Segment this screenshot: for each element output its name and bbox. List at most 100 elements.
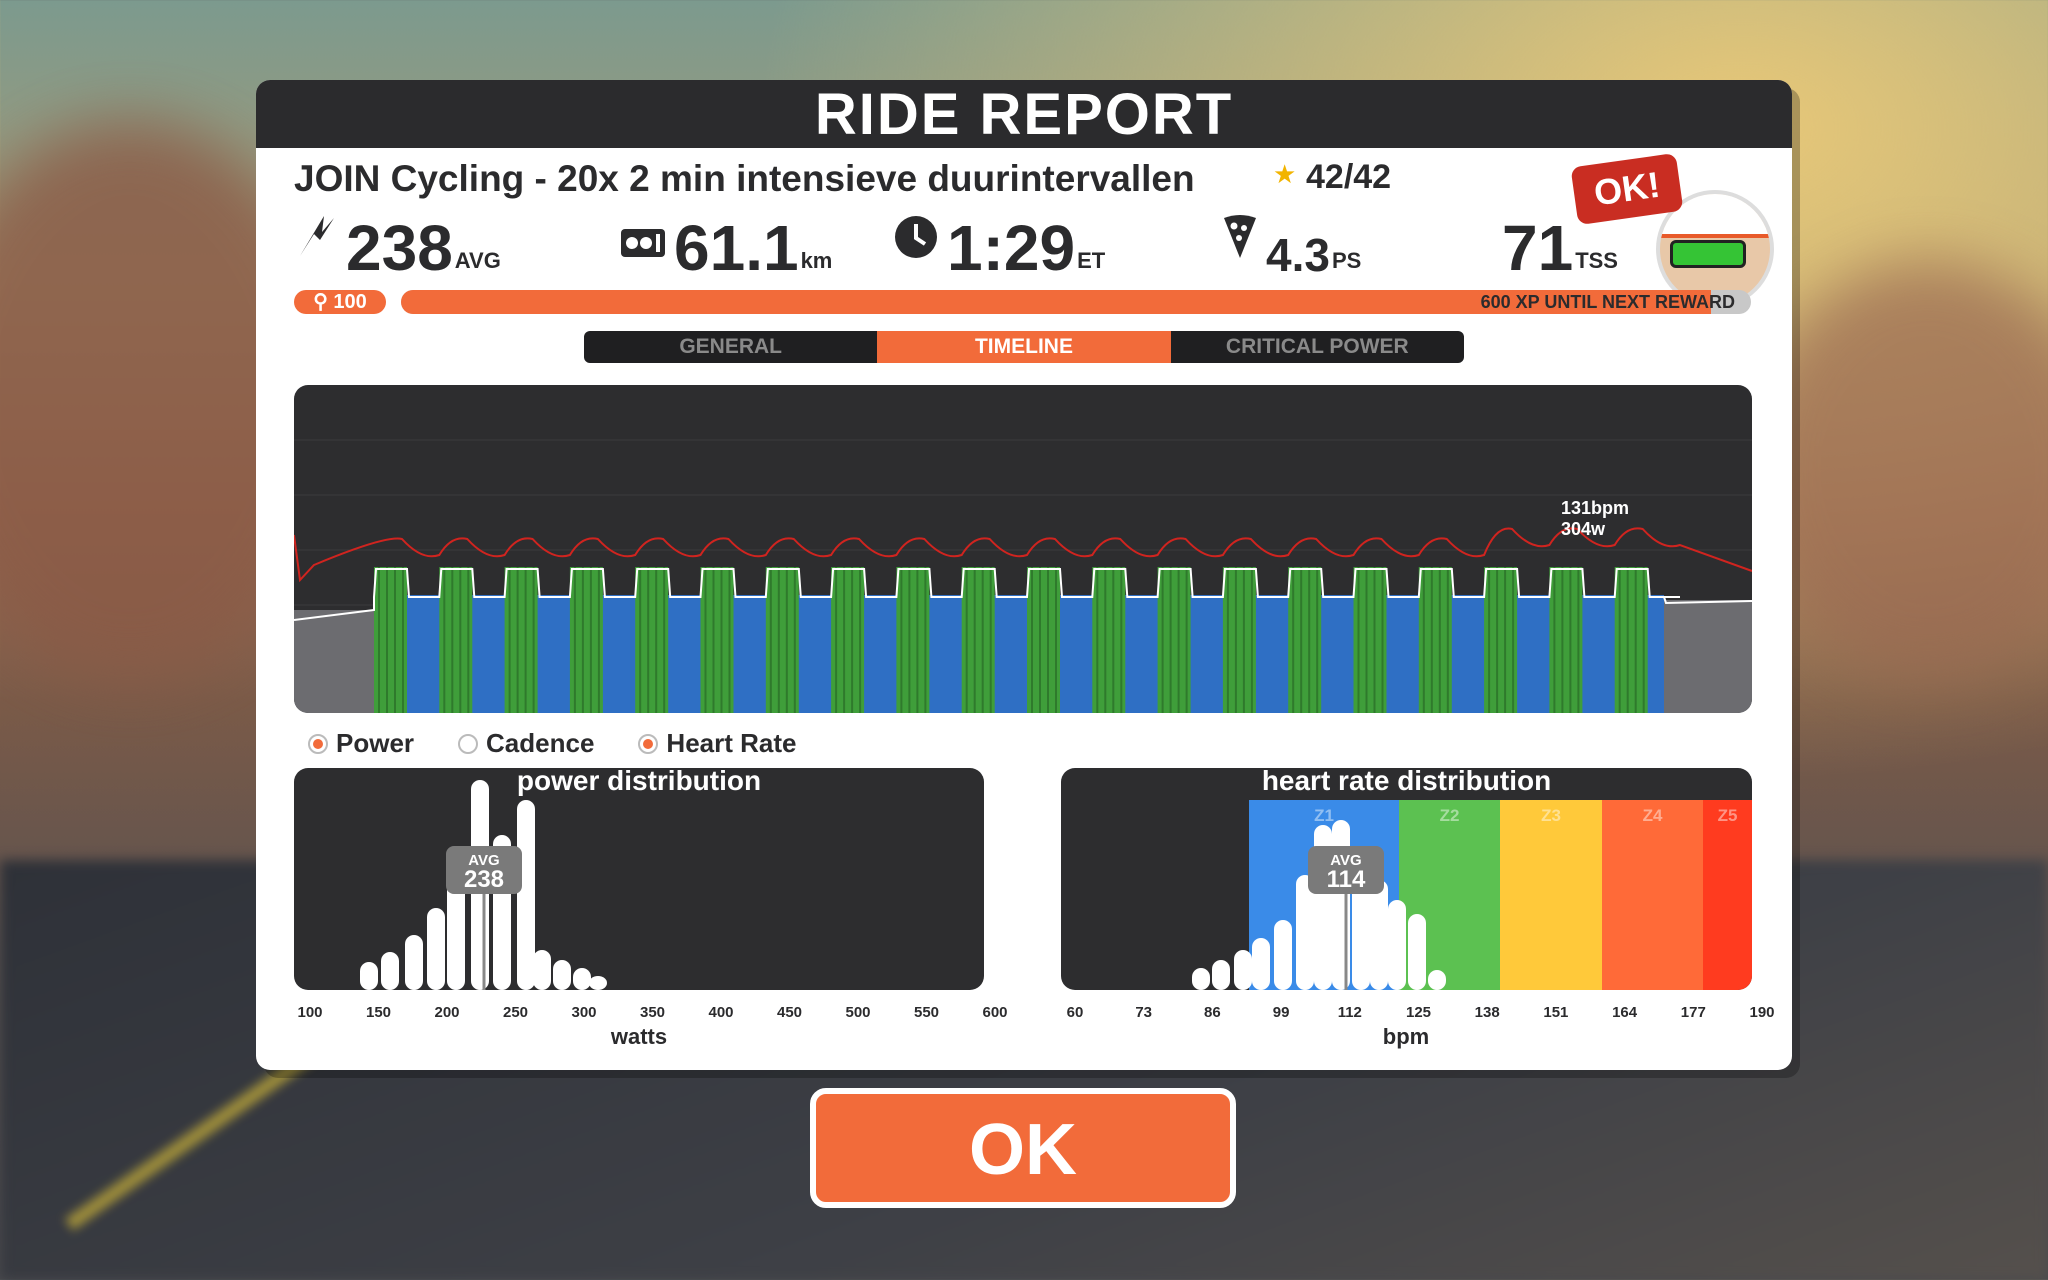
interval-stripe — [1430, 567, 1433, 713]
interval-stripe — [1177, 567, 1180, 713]
hr-zone-label: Z4 — [1643, 806, 1663, 825]
interval-stripe — [1185, 567, 1188, 713]
workout-title: JOIN Cycling - 20x 2 min intensieve duur… — [294, 158, 1195, 199]
interval-stripe — [581, 567, 584, 713]
hr-tick-label: 164 — [1612, 1004, 1638, 1021]
cooldown-area — [1664, 600, 1752, 713]
tab-critical-power[interactable]: CRITICAL POWER — [1170, 331, 1464, 363]
power-distribution-chart: AVG 238 — [294, 768, 984, 990]
interval-stripe — [597, 567, 600, 713]
legend-power[interactable]: Power — [308, 728, 414, 759]
hr-axis: 60 73 86 99 112 125 138 151 164 177 190 — [1061, 1004, 1775, 1024]
hr-tick-label: 73 — [1135, 1004, 1153, 1021]
ride-report-panel: RIDE REPORT JOIN Cycling - 20x 2 min int… — [256, 80, 1792, 1070]
stat-value: 71 — [1502, 212, 1574, 284]
interval-stripe — [785, 567, 788, 713]
warmup-area — [294, 610, 374, 713]
hr-bar — [1408, 914, 1426, 990]
avatar-glasses — [1670, 240, 1746, 268]
stat-unit: km — [800, 248, 833, 273]
interval-stripe — [386, 567, 388, 713]
interval-stripe — [916, 567, 919, 713]
hr-tick-label: 86 — [1204, 1004, 1221, 1021]
interval-stripe — [1626, 567, 1629, 713]
hr-tick-label: 190 — [1749, 1004, 1775, 1021]
hr-zone-label: Z2 — [1440, 806, 1460, 825]
hr-tick-label: 112 — [1337, 1004, 1362, 1021]
interval-stripe — [712, 567, 715, 713]
power-tick-label: 200 — [434, 1004, 460, 1021]
timeline-hover-readout: 131bpm 304w — [1561, 498, 1629, 540]
power-bar — [381, 952, 399, 990]
interval-stripe — [1250, 567, 1253, 713]
interval-stripe — [1642, 567, 1645, 713]
radio-cadence[interactable] — [458, 733, 479, 754]
hr-tick-label: 177 — [1680, 1004, 1706, 1021]
hr-distribution-title: heart rate distribution — [1261, 765, 1552, 796]
interval-stripe — [573, 567, 576, 713]
tab-general[interactable]: GENERAL — [584, 331, 878, 363]
hr-zone-label: Z1 — [1314, 806, 1334, 825]
hr-bar — [1370, 880, 1388, 990]
interval-stripe — [1438, 567, 1441, 713]
clock-icon — [893, 214, 939, 270]
power-bar — [553, 960, 571, 990]
interval-stripe — [467, 567, 470, 713]
interval-stripe — [1422, 567, 1425, 713]
hr-distribution-chart: Z1 Z2 Z3 Z4 Z5 AVG 114 — [1061, 768, 1752, 990]
interval-stripe — [1634, 567, 1637, 713]
interval-stripe — [728, 567, 731, 713]
legend-cadence[interactable]: Cadence — [458, 728, 594, 759]
interval-stripe — [459, 567, 462, 713]
hr-zone — [1602, 800, 1703, 990]
interval-stripe — [1381, 567, 1384, 713]
stat-elapsed-time: 1:29 ET — [893, 210, 1105, 280]
stat-value: 4.3 — [1266, 229, 1330, 281]
radio-power[interactable] — [308, 733, 328, 754]
hr-tick-label: 60 — [1066, 1004, 1084, 1021]
power-bar — [360, 962, 378, 990]
power-tick-label: 250 — [502, 1004, 529, 1021]
interval-stripe — [769, 567, 772, 713]
power-tick-label: 450 — [776, 1004, 803, 1021]
interval-stripe — [402, 567, 404, 713]
lightning-icon — [294, 212, 338, 270]
interval-stripe — [647, 567, 650, 713]
interval-stripe — [965, 567, 968, 713]
legend-heart-rate[interactable]: Heart Rate — [638, 728, 796, 759]
stat-unit: AVG — [454, 248, 501, 273]
pizza-icon — [1222, 214, 1258, 270]
interval-stripe — [1047, 567, 1049, 713]
interval-stripe — [1120, 567, 1123, 713]
interval-stripe — [1242, 567, 1245, 713]
hr-tick-label: 151 — [1543, 1004, 1569, 1021]
timeline-chart[interactable] — [294, 385, 1752, 713]
xp-progress-bar: 600 XP UNTIL NEXT REWARD — [401, 290, 1751, 314]
interval-stripe — [443, 567, 446, 713]
interval-stripe — [1112, 567, 1115, 713]
radio-heart-rate[interactable] — [638, 733, 659, 754]
interval-stripe — [1577, 567, 1580, 713]
interval-stripe — [1365, 567, 1368, 713]
chart-legend: Power Cadence Heart Rate — [308, 728, 796, 759]
interval-stripe — [524, 567, 527, 713]
hr-axis-title: bpm — [1382, 1024, 1430, 1049]
interval-stripe — [1104, 567, 1107, 713]
interval-stripe — [1618, 567, 1621, 713]
interval-stripe — [704, 567, 707, 713]
hr-bar — [1274, 920, 1292, 990]
stat-value: 61.1 — [674, 212, 799, 284]
power-bar — [573, 968, 591, 990]
power-tick-label: 100 — [297, 1004, 323, 1021]
interval-stripe — [1031, 567, 1033, 713]
legend-label: Cadence — [486, 728, 595, 758]
interval-stripe — [1234, 567, 1237, 713]
interval-stripe — [981, 567, 984, 713]
legend-label: Power — [336, 728, 415, 758]
tab-timeline[interactable]: TIMELINE — [877, 331, 1171, 363]
hr-bar — [1234, 950, 1252, 990]
interval-stripe — [1357, 567, 1360, 713]
ok-button[interactable]: OK — [810, 1088, 1236, 1208]
hr-tick-label: 99 — [1272, 1004, 1290, 1021]
xp-text: 600 XP UNTIL NEXT REWARD — [1480, 292, 1735, 312]
